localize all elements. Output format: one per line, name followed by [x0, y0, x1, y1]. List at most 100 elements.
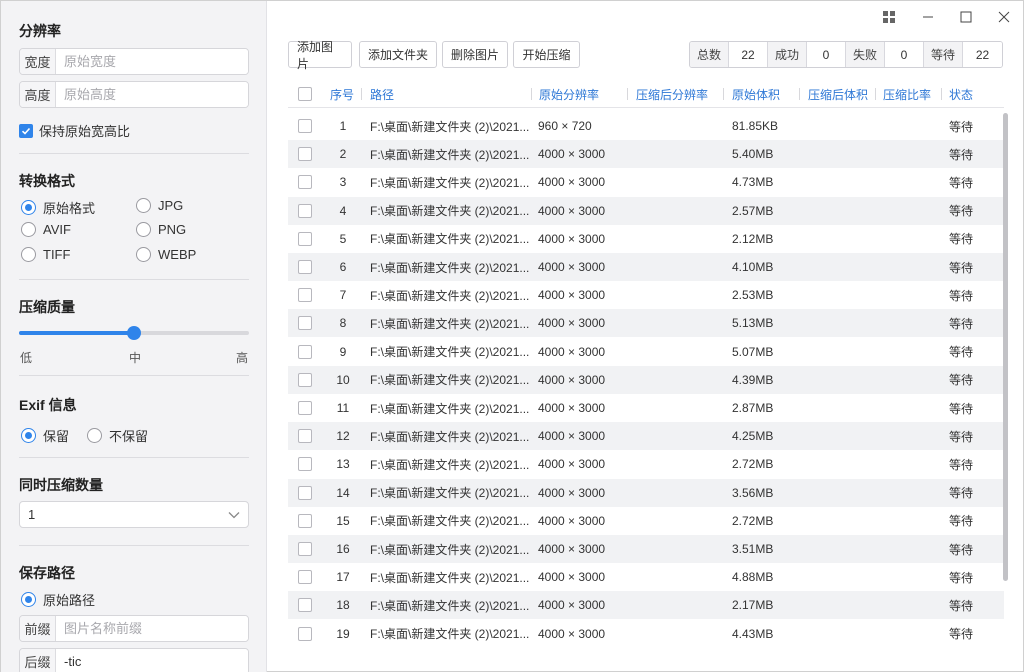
checkbox-icon: [298, 119, 312, 133]
cell-path: F:\桌面\新建文件夹 (2)\2021...: [370, 373, 530, 388]
cell-status: 等待: [949, 316, 974, 331]
format-option-original[interactable]: 原始格式: [21, 198, 95, 217]
checkbox-icon: [298, 87, 312, 101]
add-image-button[interactable]: 添加图片: [288, 40, 352, 71]
table-row[interactable]: 1 F:\桌面\新建文件夹 (2)\2021... 960 × 720 81.85KB…: [288, 112, 1004, 140]
suffix-input[interactable]: [56, 649, 248, 672]
fail-value: 0: [885, 42, 924, 67]
cell-status: 等待: [949, 119, 974, 134]
format-option-label: PNG: [158, 222, 187, 237]
divider: [19, 279, 249, 280]
header-label: 压缩后体积: [808, 87, 869, 102]
checkbox-icon: [298, 429, 312, 444]
header-original-size[interactable]: 原始体积: [724, 80, 800, 108]
cell-path: F:\桌面\新建文件夹 (2)\2021...: [370, 627, 530, 642]
format-option-jpg[interactable]: JPG: [136, 198, 183, 213]
cell-status: 等待: [949, 147, 974, 162]
cell-original-resolution: 4000 × 3000: [538, 344, 606, 359]
minimize-icon[interactable]: [913, 7, 943, 27]
cell-index: 2: [339, 147, 347, 162]
prefix-input[interactable]: [56, 616, 248, 641]
quality-slider-thumb[interactable]: [127, 326, 141, 340]
cell-original-size: 5.07MB: [732, 344, 774, 359]
checkbox-icon: [298, 175, 312, 190]
cell-original-resolution: 4000 × 3000: [538, 457, 606, 472]
table-row[interactable]: 17 F:\桌面\新建文件夹 (2)\2021... 4000 × 3000 4.88…: [288, 563, 1004, 591]
format-option-png[interactable]: PNG: [136, 222, 186, 237]
cell-path: F:\桌面\新建文件夹 (2)\2021...: [370, 542, 530, 557]
add-folder-button[interactable]: 添加文件夹: [359, 41, 437, 68]
format-option-webp[interactable]: WEBP: [136, 247, 196, 262]
close-icon[interactable]: [989, 7, 1019, 27]
header-index[interactable]: 序号: [324, 80, 362, 108]
cell-status: 等待: [949, 288, 974, 303]
table-row[interactable]: 16 F:\桌面\新建文件夹 (2)\2021... 4000 × 3000 3.51…: [288, 535, 1004, 563]
exif-option-discard[interactable]: 不保留: [87, 426, 148, 445]
prefix-label: 前缀: [20, 616, 56, 641]
exif-option-keep[interactable]: 保留: [21, 426, 69, 445]
table-row[interactable]: 2 F:\桌面\新建文件夹 (2)\2021... 4000 × 3000 5.40M…: [288, 140, 1004, 169]
table-header: 序号 路径 原始分辨率 压缩后分辨率 原始体积 压缩后体积 压缩比率 状态: [288, 80, 1004, 108]
table-row[interactable]: 14 F:\桌面\新建文件夹 (2)\2021... 4000 × 3000 3.56…: [288, 478, 1004, 507]
table-scrollbar[interactable]: [1003, 113, 1008, 581]
table-row[interactable]: 11 F:\桌面\新建文件夹 (2)\2021... 4000 × 3000 2.87…: [288, 394, 1004, 422]
width-input[interactable]: [56, 49, 248, 74]
keep-ratio-checkbox[interactable]: 保持原始宽高比: [19, 121, 130, 140]
app-grid-icon[interactable]: [874, 7, 904, 27]
divider: [19, 375, 249, 376]
cell-path: F:\桌面\新建文件夹 (2)\2021...: [370, 147, 530, 162]
table-row[interactable]: 15 F:\桌面\新建文件夹 (2)\2021... 4000 × 3000 2.72…: [288, 507, 1004, 535]
cell-status: 等待: [949, 542, 974, 557]
radio-icon: [136, 247, 151, 262]
table-row[interactable]: 8 F:\桌面\新建文件夹 (2)\2021... 4000 × 3000 5.13M…: [288, 309, 1004, 338]
delete-image-button[interactable]: 删除图片: [442, 41, 508, 68]
concurrency-title: 同时压缩数量: [19, 477, 103, 493]
format-option-avif[interactable]: AVIF: [21, 222, 71, 237]
cell-original-resolution: 960 × 720: [538, 119, 592, 133]
suffix-label: 后缀: [20, 649, 56, 672]
quality-slider[interactable]: [19, 326, 249, 340]
cell-index: 9: [339, 344, 347, 359]
concurrency-select[interactable]: 1: [19, 501, 249, 528]
table-row[interactable]: 4 F:\桌面\新建文件夹 (2)\2021... 4000 × 3000 2.57M…: [288, 196, 1004, 225]
cell-path: F:\桌面\新建文件夹 (2)\2021...: [370, 119, 530, 134]
cell-original-size: 2.87MB: [732, 401, 774, 415]
cell-original-size: 4.43MB: [732, 626, 774, 641]
table-row[interactable]: 18 F:\桌面\新建文件夹 (2)\2021... 4000 × 3000 2.17…: [288, 591, 1004, 620]
table-row[interactable]: 19 F:\桌面\新建文件夹 (2)\2021... 4000 × 3000 4.43…: [288, 620, 1004, 648]
cell-path: F:\桌面\新建文件夹 (2)\2021...: [370, 232, 530, 247]
cell-original-resolution: 4000 × 3000: [538, 401, 606, 415]
header-status[interactable]: 状态: [942, 80, 992, 108]
save-path-title: 保存路径: [19, 565, 75, 581]
header-path[interactable]: 路径: [362, 80, 532, 108]
cell-path: F:\桌面\新建文件夹 (2)\2021...: [370, 598, 530, 613]
maximize-icon[interactable]: [951, 7, 981, 27]
height-input[interactable]: [56, 82, 248, 107]
checkbox-icon: [298, 570, 312, 585]
radio-icon: [21, 247, 36, 262]
cell-path: F:\桌面\新建文件夹 (2)\2021...: [370, 570, 530, 585]
header-compressed-resolution[interactable]: 压缩后分辨率: [628, 80, 724, 108]
checkbox-icon: [298, 344, 312, 359]
cell-path: F:\桌面\新建文件夹 (2)\2021...: [370, 457, 530, 472]
start-compress-button[interactable]: 开始压缩: [513, 41, 580, 68]
table-row[interactable]: 7 F:\桌面\新建文件夹 (2)\2021... 4000 × 3000 2.53M…: [288, 281, 1004, 309]
table-row[interactable]: 12 F:\桌面\新建文件夹 (2)\2021... 4000 × 3000 4.25…: [288, 422, 1004, 451]
checkbox-icon: [298, 598, 312, 613]
height-field: 高度: [19, 81, 249, 108]
format-option-tiff[interactable]: TIFF: [21, 247, 70, 262]
table-row[interactable]: 9 F:\桌面\新建文件夹 (2)\2021... 4000 × 3000 5.07M…: [288, 338, 1004, 366]
keep-ratio-label: 保持原始宽高比: [39, 124, 131, 139]
table-row[interactable]: 6 F:\桌面\新建文件夹 (2)\2021... 4000 × 3000 4.10M…: [288, 253, 1004, 281]
cell-original-size: 4.25MB: [732, 429, 774, 444]
table-row[interactable]: 3 F:\桌面\新建文件夹 (2)\2021... 4000 × 3000 4.73M…: [288, 168, 1004, 196]
cell-status: 等待: [949, 570, 974, 585]
header-original-resolution[interactable]: 原始分辨率: [532, 80, 628, 108]
table-row[interactable]: 5 F:\桌面\新建文件夹 (2)\2021... 4000 × 3000 2.12M…: [288, 225, 1004, 253]
save-path-original-option[interactable]: 原始路径: [21, 590, 95, 609]
table-row[interactable]: 13 F:\桌面\新建文件夹 (2)\2021... 4000 × 3000 2.72…: [288, 450, 1004, 478]
fail-label: 失败: [846, 42, 885, 67]
table-row[interactable]: 10 F:\桌面\新建文件夹 (2)\2021... 4000 × 3000 4.39…: [288, 365, 1004, 394]
header-ratio[interactable]: 压缩比率: [876, 80, 942, 108]
header-compressed-size[interactable]: 压缩后体积: [800, 80, 876, 108]
